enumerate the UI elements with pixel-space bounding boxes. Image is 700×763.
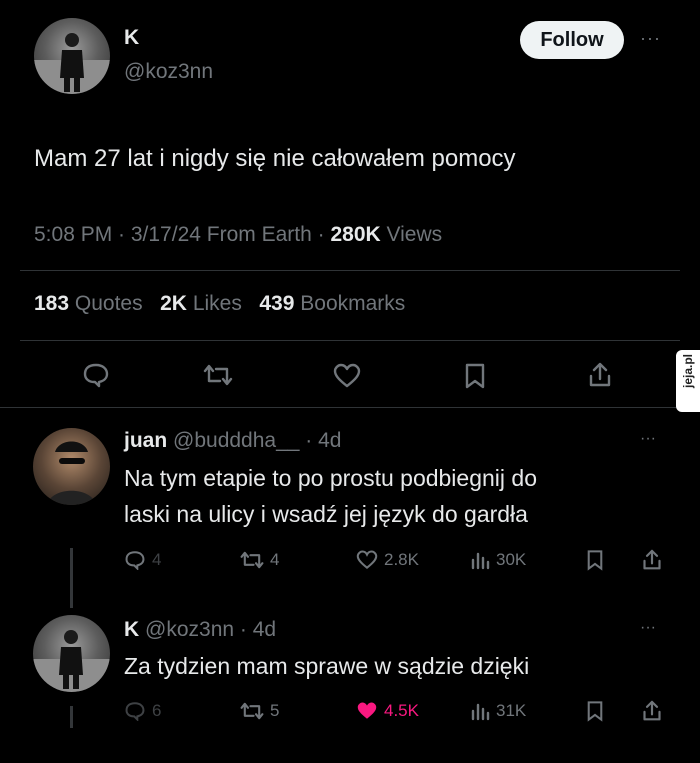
- tweet-meta: 5:08 PM · 3/17/24 From Earth · 280K View…: [34, 223, 442, 247]
- views-icon: [471, 552, 490, 570]
- more-options-icon[interactable]: ···: [640, 430, 656, 448]
- like-count: 2.8K: [384, 550, 419, 569]
- avatar-figure-icon: [34, 33, 110, 94]
- avatar-person-icon: [47, 441, 96, 505]
- likes-label: Likes: [192, 292, 242, 315]
- reply-icon: [125, 551, 145, 570]
- bookmarks-stat[interactable]: 439 Bookmarks: [259, 292, 405, 315]
- like-action[interactable]: 2.8K: [356, 550, 419, 570]
- retweet-count: 4: [270, 550, 280, 569]
- reply-count: 4: [152, 550, 162, 569]
- tweet-timestamp[interactable]: 5:08 PM · 3/17/24 From Earth ·: [34, 223, 325, 246]
- share-icon[interactable]: [588, 361, 612, 389]
- like-action[interactable]: 4.5K: [356, 701, 419, 721]
- display-name[interactable]: K: [124, 26, 139, 50]
- views-count: 30K: [496, 550, 527, 569]
- tweet-stats: 183 Quotes 2K Likes 439 Bookmarks: [34, 292, 405, 316]
- retweet-action[interactable]: 5: [240, 701, 279, 721]
- views-label: Views: [386, 223, 443, 246]
- retweet-count: 5: [270, 701, 280, 720]
- divider: [20, 270, 680, 271]
- views-count: 280K: [330, 223, 381, 246]
- reply-avatar[interactable]: [33, 428, 110, 505]
- reply-count: 6: [152, 701, 162, 720]
- bookmark-icon[interactable]: [586, 549, 604, 571]
- quotes-stat[interactable]: 183 Quotes: [34, 292, 148, 315]
- likes-count: 2K: [160, 292, 187, 315]
- reply-icon[interactable]: [82, 362, 110, 388]
- thread-line: [70, 548, 73, 608]
- like-icon: [356, 550, 378, 569]
- like-icon[interactable]: [333, 363, 361, 389]
- like-count: 4.5K: [384, 701, 419, 720]
- reply-action[interactable]: 6: [124, 701, 161, 721]
- retweet-action[interactable]: 4: [240, 550, 279, 570]
- bookmarks-label: Bookmarks: [300, 292, 406, 315]
- reply-avatar[interactable]: [33, 615, 110, 692]
- quotes-count: 183: [34, 292, 70, 315]
- reply-action[interactable]: 4: [124, 550, 161, 570]
- reply-text-line: laski na ulicy i wsadź jej język do gard…: [124, 501, 528, 527]
- more-options-icon[interactable]: ···: [640, 619, 656, 637]
- avatar-figure-icon: [33, 630, 110, 692]
- reply-icon: [125, 702, 145, 721]
- handle[interactable]: @koz3nn: [124, 60, 213, 84]
- liked-heart-icon: [357, 702, 377, 719]
- divider: [0, 407, 700, 408]
- thread-line: [70, 706, 73, 728]
- views-icon: [471, 703, 490, 721]
- watermark-badge: jeja.pl: [676, 350, 700, 412]
- reply-age: · 4d: [305, 429, 342, 452]
- views-count: 31K: [496, 701, 527, 720]
- divider: [20, 340, 680, 341]
- views-action[interactable]: 30K: [470, 550, 526, 570]
- avatar[interactable]: [34, 18, 110, 94]
- reply-text-line: Za tydzien mam sprawe w sądzie dzięki: [124, 653, 530, 679]
- bookmark-icon[interactable]: [464, 362, 486, 390]
- tweet-text: Mam 27 lat i nigdy się nie całowałem pom…: [34, 145, 516, 172]
- share-icon[interactable]: [642, 699, 662, 723]
- reply-text-line: Na tym etapie to po prostu podbiegnij do: [124, 465, 537, 491]
- reply-header: juan @budddha__ · 4d: [124, 429, 341, 453]
- share-icon[interactable]: [642, 548, 662, 572]
- quotes-label: Quotes: [74, 292, 143, 315]
- retweet-icon[interactable]: [203, 363, 233, 387]
- watermark-text: jeja.pl: [681, 354, 695, 389]
- bookmark-icon[interactable]: [586, 700, 604, 722]
- bookmarks-count: 439: [259, 292, 295, 315]
- reply-display-name[interactable]: K: [124, 618, 139, 641]
- retweet-icon: [240, 551, 264, 569]
- reply-handle[interactable]: @koz3nn: [145, 618, 234, 641]
- retweet-icon: [240, 702, 264, 720]
- views-action[interactable]: 31K: [470, 701, 526, 721]
- reply-handle[interactable]: @budddha__: [173, 429, 299, 452]
- follow-button[interactable]: Follow: [520, 21, 624, 59]
- reply-header: K @koz3nn · 4d: [124, 618, 276, 642]
- more-options-icon[interactable]: ···: [640, 28, 661, 49]
- reply-age: · 4d: [239, 618, 277, 641]
- reply-display-name[interactable]: juan: [124, 429, 167, 452]
- likes-stat[interactable]: 2K Likes: [160, 292, 248, 315]
